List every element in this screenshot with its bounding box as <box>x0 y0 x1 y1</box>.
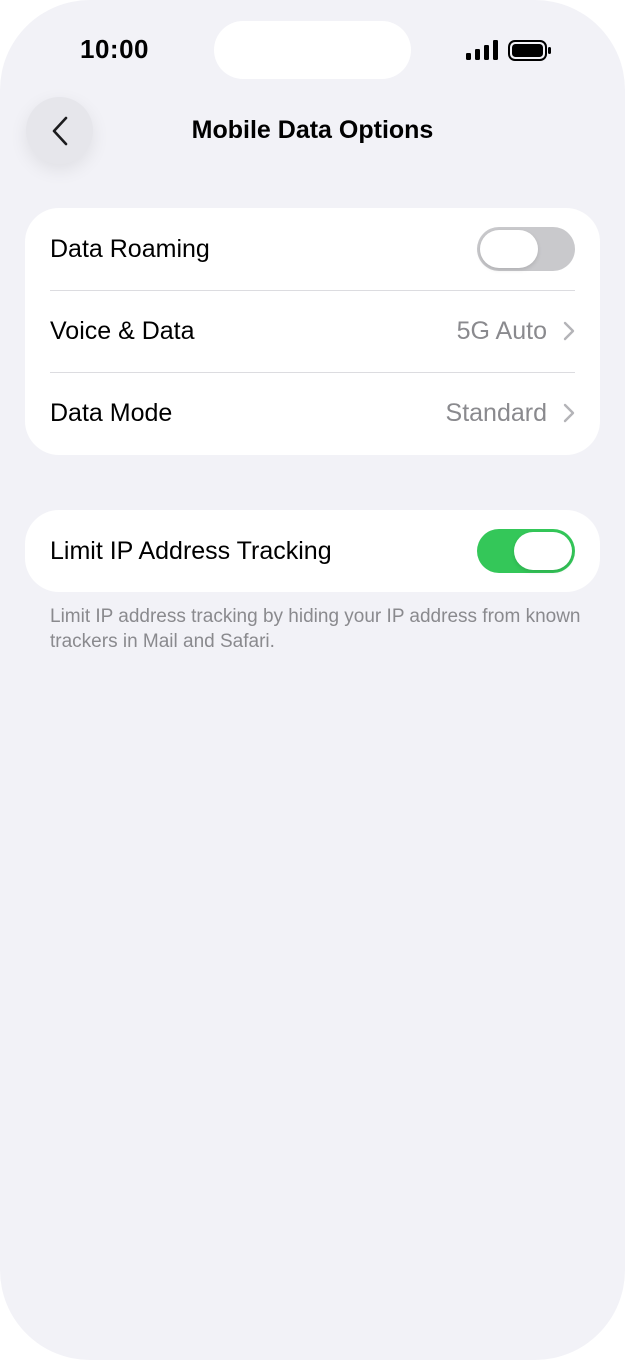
data-mode-label: Data Mode <box>50 398 173 427</box>
data-roaming-toggle[interactable] <box>477 227 575 271</box>
signal-icon <box>466 40 498 60</box>
voice-data-row[interactable]: Voice & Data 5G Auto <box>25 290 600 372</box>
limit-ip-tracking-label: Limit IP Address Tracking <box>50 536 332 565</box>
voice-data-value: 5G Auto <box>456 316 547 345</box>
status-time: 10:00 <box>80 34 149 64</box>
limit-ip-tracking-footer: Limit IP address tracking by hiding your… <box>50 606 581 652</box>
toggle-knob <box>480 230 538 268</box>
data-mode-value: Standard <box>445 398 547 427</box>
toggle-knob <box>514 532 572 570</box>
settings-group-mobile-data: Data Roaming Voice & Data 5G Auto Data M… <box>25 208 600 455</box>
voice-data-label: Voice & Data <box>50 316 195 345</box>
phone-screen: 10:00 Mobile Data Options Data Roaming V… <box>0 0 625 1360</box>
data-roaming-label: Data Roaming <box>50 234 210 263</box>
data-roaming-row: Data Roaming <box>25 208 600 290</box>
limit-ip-tracking-row: Limit IP Address Tracking <box>25 510 600 592</box>
page-title: Mobile Data Options <box>191 116 434 144</box>
chevron-right-icon <box>563 403 575 423</box>
limit-ip-tracking-toggle[interactable] <box>477 529 575 573</box>
dynamic-island <box>214 21 411 79</box>
data-mode-row[interactable]: Data Mode Standard <box>25 372 600 454</box>
chevron-right-icon <box>563 321 575 341</box>
battery-icon <box>508 40 551 61</box>
settings-group-ip-tracking: Limit IP Address Tracking <box>25 510 600 592</box>
